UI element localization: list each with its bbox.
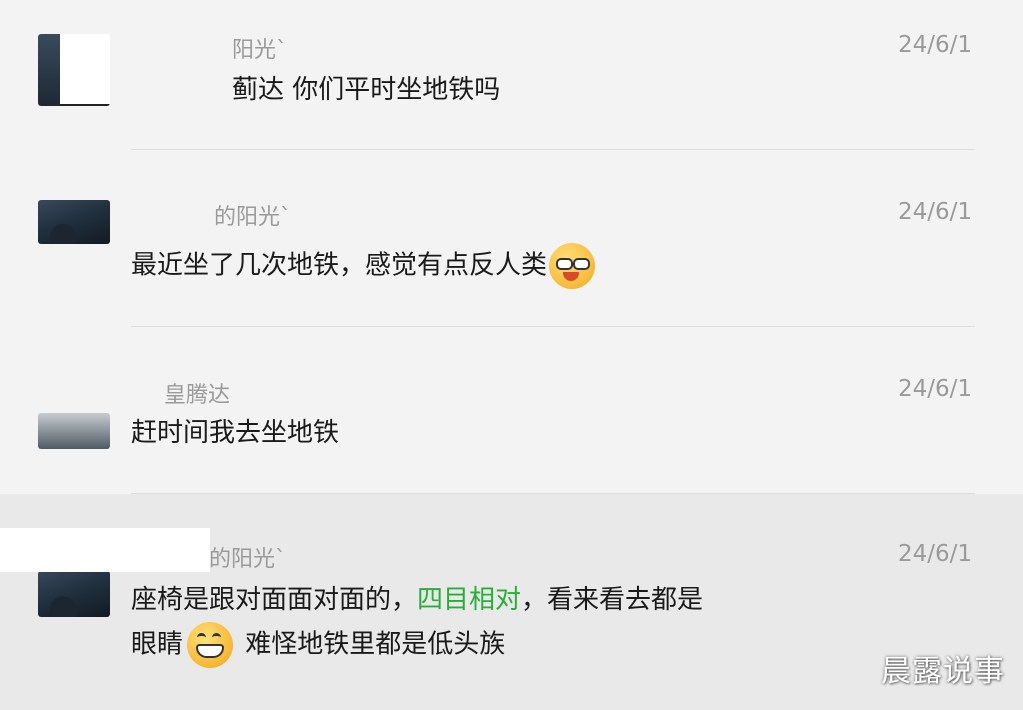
avatar[interactable]	[38, 200, 110, 244]
comment-text: 赶时间我去坐地铁	[131, 418, 340, 448]
smug-face-icon	[549, 243, 596, 289]
avatar[interactable]	[38, 571, 110, 617]
comment-text-part: 眼睛	[131, 629, 184, 660]
grinning-face-icon	[187, 622, 234, 668]
comment-time: 24/6/1	[897, 32, 972, 58]
comment-text-body: 最近坐了几次地铁，感觉有点反人类	[131, 250, 548, 281]
comment-text-part: ，看来看去都是	[521, 585, 704, 615]
comment-item: 的阳光` 24/6/1 座椅是跟对面面对面的，四目相对，看来看去都是 眼睛 难怪…	[0, 494, 1023, 710]
comment-author[interactable]: 的阳光`	[214, 199, 291, 231]
comment-item: 的阳光` 24/6/1 最近坐了几次地铁，感觉有点反人类	[0, 150, 1023, 327]
comment-item: 皇腾达 24/6/1 赶时间我去坐地铁	[0, 327, 1023, 494]
watermark: 晨露说事	[881, 654, 1005, 689]
comment-text: 座椅是跟对面面对面的，四目相对，看来看去都是 眼睛 难怪地铁里都是低头族	[131, 578, 703, 668]
comment-time: 24/6/1	[897, 541, 972, 567]
comment-list: 阳光` 24/6/1 蓟达 你们平时坐地铁吗 的阳光` 24/6/1 最近坐了几…	[0, 0, 1023, 710]
comment-item: 阳光` 24/6/1 蓟达 你们平时坐地铁吗	[0, 0, 1023, 150]
highlighted-phrase: 四目相对	[417, 585, 522, 615]
comment-text-part: 座椅是跟对面面对面的，	[131, 585, 418, 615]
comment-line-2: 眼睛 难怪地铁里都是低头族	[131, 622, 703, 668]
comment-text: 蓟达 你们平时坐地铁吗	[232, 75, 501, 105]
comment-line-1: 座椅是跟对面面对面的，四目相对，看来看去都是	[131, 578, 703, 622]
comment-author[interactable]: 的阳光`	[209, 541, 286, 573]
comment-time: 24/6/1	[897, 199, 972, 225]
comment-author[interactable]: 皇腾达	[164, 377, 230, 409]
comment-time: 24/6/1	[897, 376, 972, 402]
comment-text: 最近坐了几次地铁，感觉有点反人类	[131, 243, 596, 289]
redaction-mask	[0, 528, 210, 572]
comment-author[interactable]: 阳光`	[232, 32, 287, 64]
comment-text-part: 难怪地铁里都是低头族	[237, 629, 506, 660]
avatar[interactable]	[38, 413, 110, 449]
avatar[interactable]	[38, 34, 110, 106]
